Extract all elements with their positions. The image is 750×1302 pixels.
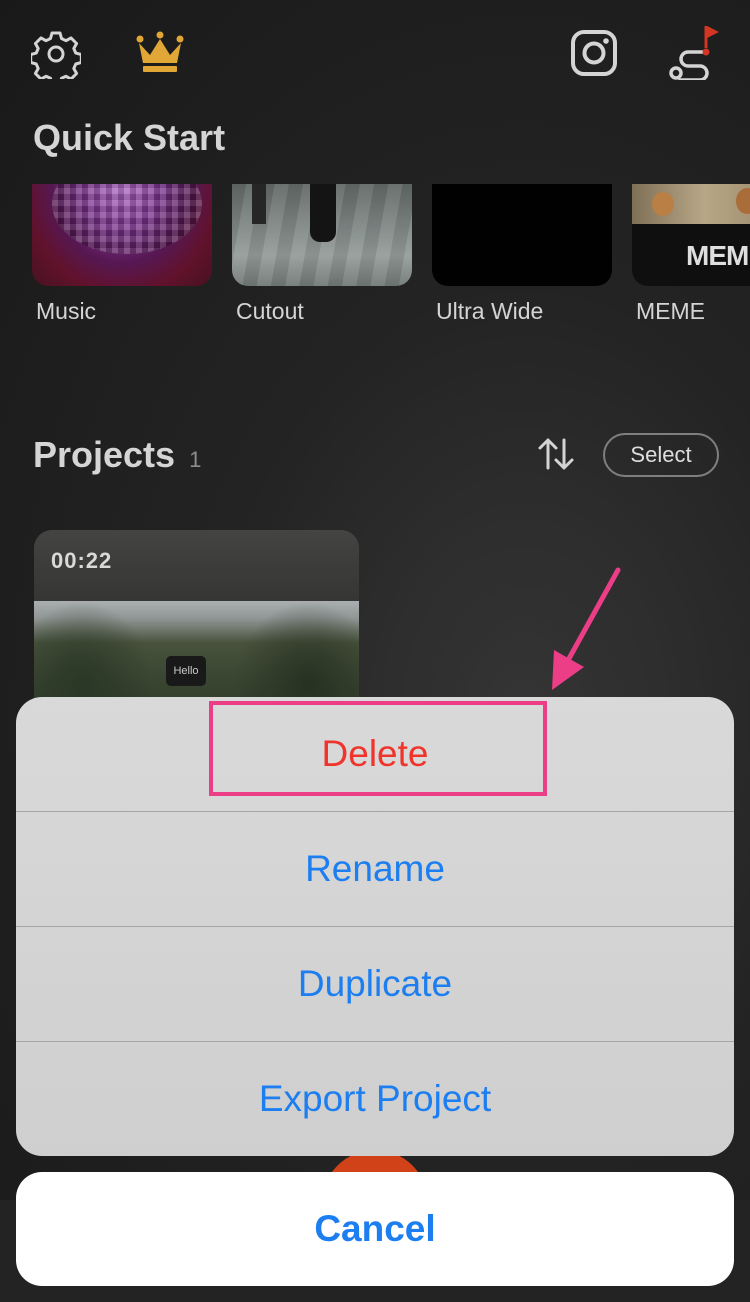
annotation-arrow <box>552 567 621 690</box>
delete-button[interactable]: Delete <box>16 697 734 811</box>
duplicate-button[interactable]: Duplicate <box>16 927 734 1041</box>
rename-button[interactable]: Rename <box>16 812 734 926</box>
action-sheet: Delete Rename Duplicate Export Project <box>16 697 734 1156</box>
cancel-button[interactable]: Cancel <box>16 1172 734 1286</box>
export-project-button[interactable]: Export Project <box>16 1042 734 1156</box>
